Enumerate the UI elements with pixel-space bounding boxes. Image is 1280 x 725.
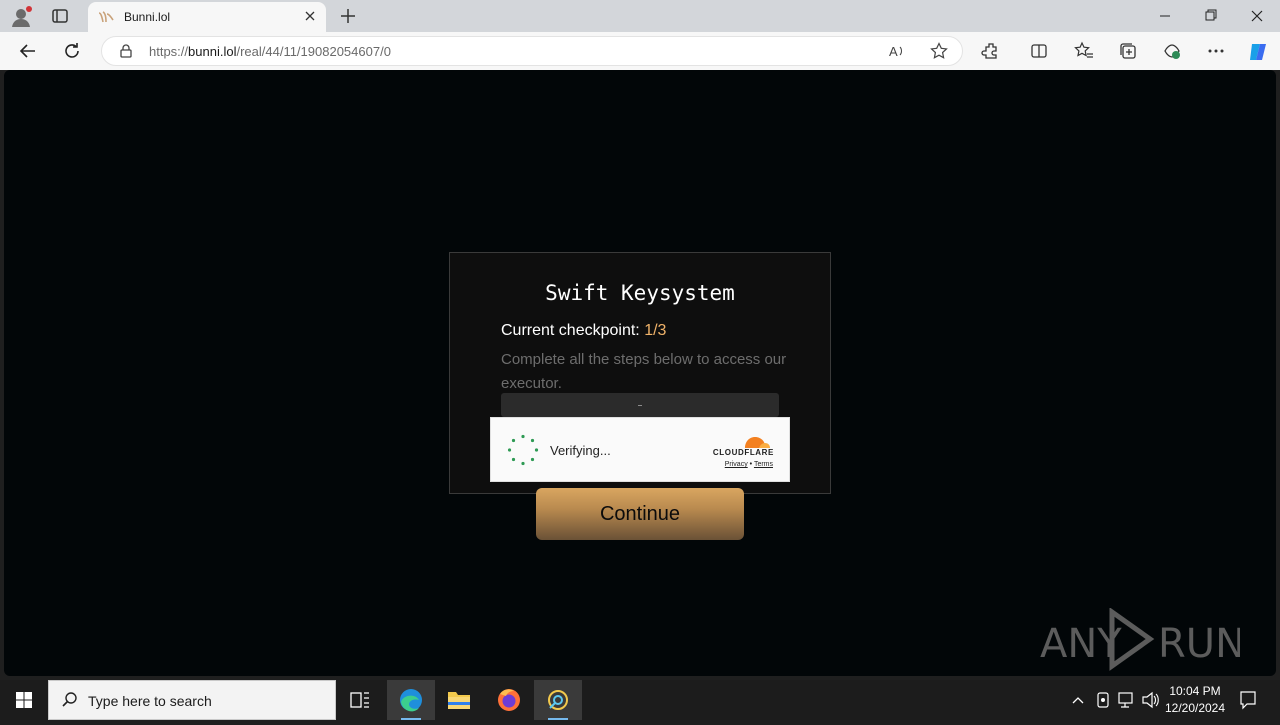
favorites-icon[interactable] (1074, 41, 1094, 61)
file-explorer-icon[interactable] (435, 680, 483, 720)
tab-actions-icon[interactable] (50, 6, 70, 26)
copilot-icon[interactable] (1246, 40, 1270, 64)
step-bar (501, 393, 779, 417)
restore-icon[interactable] (1188, 0, 1234, 32)
back-icon[interactable] (18, 41, 38, 61)
url-text[interactable]: https://bunni.lol/real/44/11/19082054607… (149, 44, 391, 59)
clock-time: 10:04 PM (1169, 684, 1221, 698)
web-page: Swift Keysystem Current checkpoint: 1/3 … (4, 70, 1276, 676)
app-taskbar-icon[interactable] (534, 680, 582, 720)
taskbar-search-box[interactable]: Type here to search (48, 680, 336, 720)
minimize-icon[interactable] (1142, 0, 1188, 32)
browser-tab-bar: Bunni.lol (0, 0, 1280, 32)
collections-icon[interactable] (1118, 41, 1138, 61)
watermark-text-run: RUN (1158, 621, 1240, 667)
tab-title: Bunni.lol (124, 10, 171, 24)
notifications-icon[interactable] (1238, 680, 1258, 720)
checkpoint-label: Current checkpoint: (501, 322, 640, 339)
refresh-icon[interactable] (62, 41, 82, 61)
spinner-icon (507, 434, 539, 466)
firefox-icon[interactable] (485, 680, 533, 720)
svg-text:A: A (889, 44, 898, 59)
lock-icon[interactable] (119, 44, 133, 58)
volume-icon[interactable] (1140, 680, 1160, 720)
bunni-favicon-icon (98, 10, 114, 24)
close-tab-icon[interactable] (302, 8, 318, 24)
anyrun-watermark-icon: ANY RUN (1040, 607, 1245, 672)
terms-link[interactable]: Terms (754, 461, 773, 468)
verifying-status: Verifying... (550, 443, 611, 458)
checkpoint-description: Complete all the steps below to access o… (501, 351, 787, 392)
close-window-icon[interactable] (1234, 0, 1280, 32)
address-bar[interactable]: https://bunni.lol/real/44/11/19082054607… (101, 36, 963, 66)
split-screen-icon[interactable] (1029, 41, 1049, 61)
browser-toolbar: https://bunni.lol/real/44/11/19082054607… (0, 32, 1280, 70)
cloudflare-turnstile-widget[interactable]: Verifying... CLOUDFLARE Privacy • Terms (490, 417, 790, 482)
continue-button[interactable]: Continue (536, 488, 744, 540)
taskbar-clock[interactable]: 10:04 PM 12/20/2024 (1158, 683, 1232, 717)
read-aloud-icon[interactable]: A (888, 42, 906, 60)
profile-icon[interactable] (10, 6, 32, 28)
edge-taskbar-icon[interactable] (387, 680, 435, 720)
checkpoint-text: Current checkpoint: 1/3 (501, 322, 666, 340)
browser-essentials-icon[interactable] (1162, 41, 1182, 61)
checkpoint-value: 1/3 (644, 322, 667, 339)
cloudflare-links: Privacy • Terms (725, 461, 773, 468)
windows-taskbar: Type here to search 10:04 PM 12/20/2024 (0, 680, 1280, 720)
extensions-icon[interactable] (981, 41, 1001, 61)
new-tab-icon[interactable] (338, 6, 358, 26)
search-placeholder: Type here to search (88, 693, 212, 709)
start-icon[interactable] (0, 680, 48, 720)
link-separator: • (749, 461, 753, 468)
favorite-star-icon[interactable] (930, 42, 948, 60)
card-title: Swift Keysystem (545, 281, 735, 305)
privacy-link[interactable]: Privacy (725, 461, 748, 468)
task-view-icon[interactable] (336, 680, 384, 720)
network-icon[interactable] (1116, 680, 1136, 720)
show-hidden-icons-icon[interactable] (1068, 680, 1088, 720)
more-options-icon[interactable] (1206, 41, 1226, 61)
clock-date: 12/20/2024 (1164, 701, 1226, 715)
search-icon (61, 691, 79, 709)
device-icon[interactable] (1093, 680, 1113, 720)
cloudflare-brand: CLOUDFLARE (712, 448, 774, 457)
browser-tab[interactable]: Bunni.lol (88, 2, 326, 32)
